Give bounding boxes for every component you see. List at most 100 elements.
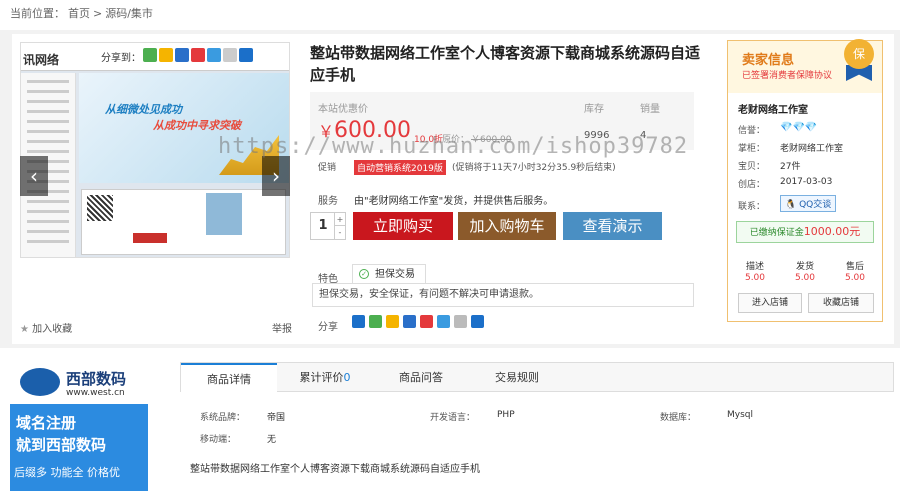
- qq-icon: [175, 48, 189, 62]
- stock-label: 库存: [584, 104, 604, 115]
- promo-tag: 自动营销系统2019版: [354, 160, 446, 175]
- promo-label: 促销: [318, 163, 337, 173]
- west-banner: 域名注册 就到西部数码 后缀多 功能全 价格优: [10, 404, 148, 491]
- share-tencent-icon[interactable]: [437, 315, 450, 328]
- add-to-cart-button[interactable]: 加入购物车: [458, 212, 556, 240]
- gallery-prev-arrow[interactable]: ‹: [20, 156, 48, 196]
- score-ship-label: 发货: [795, 262, 814, 272]
- report-link[interactable]: 举报: [272, 320, 292, 335]
- gallery-logo: 讯网络: [23, 53, 60, 67]
- check-icon: ✓: [359, 269, 369, 279]
- share-more-icon[interactable]: [352, 315, 365, 328]
- score-after-label: 售后: [845, 262, 864, 272]
- banner-text-1: 从细微处见成功: [105, 103, 182, 116]
- quantity-plus-button[interactable]: +: [334, 213, 345, 226]
- detail-tabs: 商品详情 累计评价0 商品问答 交易规则: [180, 362, 894, 393]
- gallery-banner: 从细微处见成功 从成功中寻求突破: [79, 73, 289, 183]
- breadcrumb-home[interactable]: 首页: [68, 7, 90, 20]
- seller-card: 卖家信息 已签署消费者保障协议 保 老财网络工作室 信誉： 💎💎💎 掌柜： 老财…: [727, 39, 883, 322]
- spec-db-label: 数据库：: [660, 413, 697, 423]
- west-brand: 西部数码: [66, 370, 127, 388]
- guarantee-medal-icon: 保: [844, 39, 874, 69]
- enter-shop-button[interactable]: 进入店铺: [738, 293, 802, 313]
- west-ad[interactable]: 西部数码 www.west.cn 域名注册 就到西部数码 后缀多 功能全 价格优: [10, 360, 148, 491]
- gallery-share-icons: [143, 48, 253, 62]
- items-label: 宝贝：: [738, 162, 766, 172]
- gallery-building-image: [206, 193, 242, 235]
- banner-text-2: 从成功中寻求突破: [153, 119, 241, 132]
- product-title: 整站带数据网络工作室个人博客资源下载商城系统源码自适应手机: [310, 44, 701, 84]
- sales-label: 销量: [640, 104, 660, 115]
- tab-rules-label: 交易规则: [495, 371, 539, 384]
- west-logo: 西部数码 www.west.cn: [10, 360, 148, 404]
- tab-details[interactable]: 商品详情: [181, 363, 277, 393]
- gallery-header: 讯网络 分享到：: [21, 43, 289, 71]
- breadcrumb-sep: >: [93, 7, 103, 20]
- quantity-minus-button[interactable]: -: [334, 226, 345, 239]
- tab-reviews-count: 0: [343, 371, 351, 384]
- west-logo-icon: [20, 368, 60, 396]
- buy-now-button[interactable]: 立即购买: [353, 212, 453, 240]
- add-favorite-link[interactable]: ★ 加入收藏: [20, 320, 72, 335]
- spec-table: 系统品牌： 帝国 开发语言： PHP 数据库： Mysql 移动端： 无: [190, 404, 880, 446]
- favorite-label: 加入收藏: [32, 324, 73, 335]
- score-ship-value: 5.00: [794, 273, 816, 283]
- share-copy-icon[interactable]: [454, 315, 467, 328]
- service-label: 服务: [318, 196, 338, 207]
- tab-details-label: 商品详情: [207, 373, 251, 386]
- score-desc-label: 描述: [745, 262, 764, 272]
- created-value: 2017-03-03: [780, 177, 833, 187]
- breadcrumb-prefix: 当前位置：: [10, 7, 65, 20]
- promo-countdown: (促销将于11天7小时32分35.9秒后结束): [452, 163, 616, 173]
- price-label: 本站优惠价: [318, 104, 368, 115]
- created-label: 创店：: [738, 180, 766, 190]
- tab-reviews[interactable]: 累计评价0: [277, 363, 373, 392]
- share-qq-icon[interactable]: [403, 315, 416, 328]
- qr-code-image: [87, 195, 113, 221]
- ad-line-3: 后缀多 功能全 价格优: [14, 466, 120, 479]
- star-icon: ★: [20, 324, 29, 335]
- quantity-input[interactable]: 1: [311, 213, 335, 239]
- share-print-icon[interactable]: [471, 315, 484, 328]
- share-wechat-icon[interactable]: [369, 315, 382, 328]
- spec-lang-value: PHP: [497, 410, 515, 420]
- owner-value: 老财网络工作室: [780, 144, 844, 154]
- share-weibo-icon[interactable]: [420, 315, 433, 328]
- gallery-card-button: [133, 233, 167, 243]
- deposit-prefix: 已缴纳保证金: [749, 228, 804, 238]
- seller-guarantee-text: 已签署消费者保障协议: [742, 71, 833, 81]
- breadcrumb: 当前位置： 首页 > 源码/集市: [10, 5, 156, 21]
- share-label: 分享: [318, 322, 338, 333]
- ad-line-1: 域名注册: [16, 414, 77, 432]
- favorite-shop-button[interactable]: 收藏店铺: [808, 293, 874, 313]
- more-icon: [239, 48, 253, 62]
- deposit-badge: 已缴纳保证金1000.00元: [736, 221, 874, 243]
- breadcrumb-category[interactable]: 源码/集市: [105, 7, 153, 20]
- url-watermark: https://www.huzhan.com/ishop39782: [218, 134, 689, 159]
- tab-qa-label: 商品问答: [399, 371, 443, 384]
- spec-mobile-value: 无: [267, 435, 277, 445]
- qq-chat-button[interactable]: 🐧 QQ交谈: [780, 195, 837, 212]
- spec-db-value: Mysql: [727, 410, 753, 420]
- view-demo-button[interactable]: 查看演示: [563, 212, 662, 240]
- contact-label: 联系：: [738, 202, 766, 212]
- feature-tab-escrow[interactable]: ✓ 担保交易: [352, 264, 426, 284]
- weibo-icon: [191, 48, 205, 62]
- wechat-icon: [143, 48, 157, 62]
- seller-header: 卖家信息 已签署消费者保障协议 保: [728, 39, 882, 93]
- score-after-value: 5.00: [844, 273, 866, 283]
- product-description: 整站带数据网络工作室个人博客资源下载商城系统源码自适应手机: [190, 464, 480, 475]
- gallery-share-label: 分享到：: [101, 53, 141, 64]
- tab-rules[interactable]: 交易规则: [469, 363, 565, 392]
- ad-line-2: 就到西部数码: [16, 436, 107, 454]
- feature-tab-label: 担保交易: [375, 269, 415, 280]
- owner-label: 掌柜：: [738, 144, 766, 154]
- quantity-stepper[interactable]: 1 + -: [310, 212, 346, 240]
- credit-label: 信誉：: [738, 126, 766, 136]
- gallery-next-arrow[interactable]: ›: [262, 156, 290, 196]
- spec-mobile-label: 移动端：: [200, 435, 237, 445]
- tab-qa[interactable]: 商品问答: [373, 363, 469, 392]
- share-qzone-icon[interactable]: [386, 315, 399, 328]
- qzone-icon: [159, 48, 173, 62]
- seller-name[interactable]: 老财网络工作室: [738, 101, 808, 116]
